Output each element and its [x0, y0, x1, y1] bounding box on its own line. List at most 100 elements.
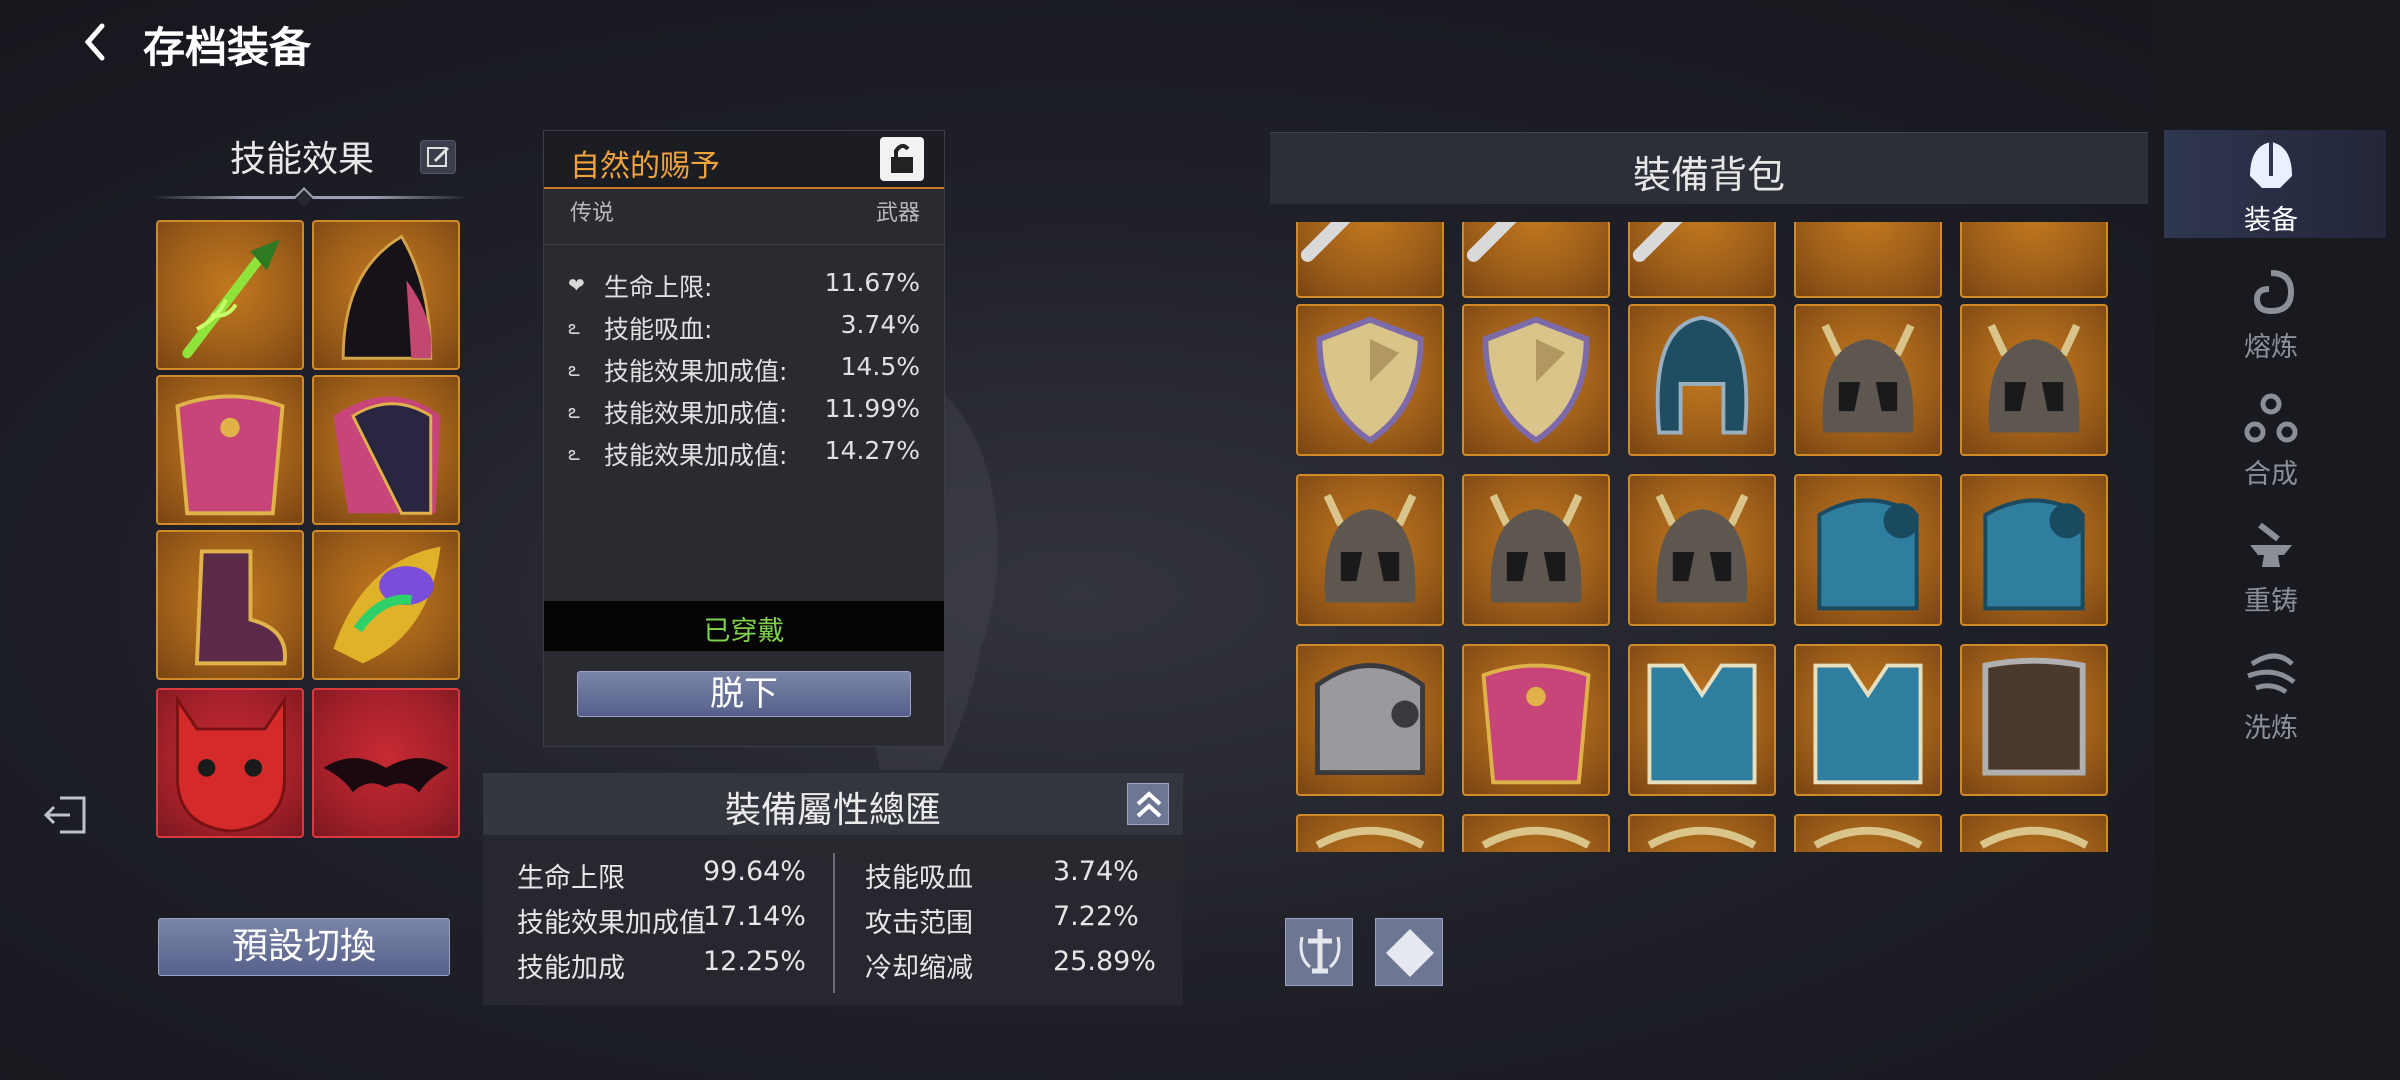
bag-item-slot[interactable] [1794, 814, 1942, 852]
bag-item-slot[interactable] [1462, 304, 1610, 456]
item-name: 自然的赐予 [570, 149, 720, 184]
bag-item-slot[interactable] [1462, 222, 1610, 298]
tab-equipment[interactable]: 装备 [2164, 130, 2386, 238]
tab-smelt[interactable]: 熔炼 [2164, 257, 2386, 365]
summary-label: 生命上限 [517, 863, 625, 894]
bag-item-slot[interactable] [1628, 304, 1776, 456]
sword-icon [1466, 222, 1517, 262]
summary-label: 冷却缩减 [865, 953, 973, 984]
chevron-left-icon [84, 23, 105, 61]
stat-value: 14.5% [840, 352, 920, 381]
purple-boot-icon [194, 549, 287, 666]
skill-edit-button[interactable] [420, 140, 456, 174]
horned-helm-icon [1821, 323, 1915, 433]
dark-hood-icon [341, 234, 433, 360]
horned-helm-icon [1323, 493, 1417, 603]
double-chevron-up-icon [1136, 791, 1162, 818]
partial-item-icon [1315, 826, 1425, 849]
bag-item-slot[interactable] [1462, 814, 1610, 852]
tab-label: 装备 [2244, 205, 2298, 236]
right-tab-bar: 装备 熔炼 合成 重铸 洗炼 [2154, 0, 2400, 1080]
pink-robe-icon [1481, 663, 1591, 785]
skill-drain-icon: ఽ [568, 315, 580, 339]
bag-item-slot[interactable] [1794, 222, 1942, 298]
skill-slot-boot[interactable] [156, 530, 304, 680]
green-staff-icon [182, 239, 280, 359]
page-title: 存档装备 [143, 23, 312, 72]
summary-value: 99.64% [703, 856, 806, 887]
tab-synthesis[interactable]: 合成 [2164, 384, 2386, 492]
skill-slot-demon-mask[interactable] [156, 688, 304, 838]
bag-item-slot[interactable] [1628, 814, 1776, 852]
bag-item-slot[interactable] [1794, 474, 1942, 626]
item-stat-row: ❤ 生命上限: 11.67% [568, 268, 920, 302]
skill-slot-cloak[interactable] [312, 375, 460, 525]
summary-value: 12.25% [703, 946, 806, 977]
bag-grid[interactable] [1296, 222, 2126, 852]
bag-item-slot[interactable] [1296, 644, 1444, 796]
bag-item-slot[interactable] [1296, 814, 1444, 852]
bag-title: 裝備背包 [1632, 153, 1785, 197]
stat-value: 14.27% [824, 436, 920, 465]
exit-button[interactable] [40, 790, 92, 840]
bag-item-slot[interactable] [1960, 644, 2108, 796]
summary-collapse-button[interactable] [1127, 783, 1169, 825]
horned-helm-icon [1655, 493, 1749, 603]
partial-item-icon [1813, 826, 1923, 849]
skill-slot-wings[interactable] [312, 688, 460, 838]
bag-item-slot[interactable] [1960, 222, 2108, 298]
bag-item-slot[interactable] [1296, 474, 1444, 626]
bag-item-slot[interactable] [1794, 304, 1942, 456]
stats-summary-panel: 裝備屬性總匯 生命上限 99.64% 技能效果加成值 17.14% 技能加成 1… [483, 773, 1183, 1005]
skill-slot-hood[interactable] [312, 220, 460, 370]
preset-switch-button[interactable]: 預設切換 [158, 918, 450, 976]
wind-swirl-icon [2247, 653, 2296, 695]
bag-item-slot[interactable] [1794, 644, 1942, 796]
back-button[interactable] [80, 20, 120, 70]
tab-label: 重铸 [2244, 586, 2298, 617]
skill-slot-robe[interactable] [156, 375, 304, 525]
tab-reforge[interactable]: 重铸 [2164, 511, 2386, 619]
bag-item-slot[interactable] [1296, 222, 1444, 298]
unequip-button[interactable]: 脱下 [577, 671, 911, 717]
bat-wings-icon [323, 758, 449, 793]
bag-item-slot[interactable] [1960, 814, 2108, 852]
bag-item-slot[interactable] [1628, 644, 1776, 796]
blue-helm-icon [1655, 315, 1749, 435]
skill-slot-staff[interactable] [156, 220, 304, 370]
stat-label: 技能效果加成值: [604, 357, 788, 386]
tab-label: 合成 [2244, 459, 2298, 490]
item-rarity: 传说 [570, 201, 615, 226]
stat-value: 11.67% [824, 268, 920, 297]
blue-armor-icon [1983, 498, 2085, 611]
horned-helm-icon [1987, 323, 2081, 433]
sort-by-gem-button[interactable] [1375, 918, 1443, 986]
shield-edge-icon [1962, 222, 2106, 296]
item-slot-type: 武器 [875, 201, 920, 226]
bag-item-slot[interactable] [1960, 304, 2108, 456]
lock-toggle-button[interactable] [880, 137, 924, 181]
leather-armor-icon [1982, 657, 2086, 776]
bag-item-slot[interactable] [1628, 222, 1776, 298]
sword-icon [1300, 222, 1351, 262]
bag-item-slot[interactable] [1960, 474, 2108, 626]
skill-slot-amulet[interactable] [312, 530, 460, 680]
gold-shield-icon [1482, 316, 1590, 444]
summary-label: 攻击范围 [865, 908, 973, 939]
blue-tunic-icon [1647, 663, 1757, 785]
item-stat-row: ఽ 技能吸血: 3.74% [568, 310, 920, 344]
unlock-icon [891, 144, 913, 173]
bag-item-slot[interactable] [1462, 644, 1610, 796]
tab-refine[interactable]: 洗炼 [2164, 638, 2386, 746]
heart-icon: ❤ [568, 273, 585, 297]
bag-item-slot[interactable] [1462, 474, 1610, 626]
exit-door-icon [43, 796, 86, 834]
anvil-icon [2250, 522, 2292, 567]
sort-by-weapon-button[interactable] [1285, 918, 1353, 986]
partial-item-icon [1647, 826, 1757, 849]
summary-title: 裝備屬性總匯 [724, 790, 941, 831]
edit-icon [427, 146, 450, 167]
bag-item-slot[interactable] [1296, 304, 1444, 456]
sword-icon [1632, 222, 1683, 262]
bag-item-slot[interactable] [1628, 474, 1776, 626]
